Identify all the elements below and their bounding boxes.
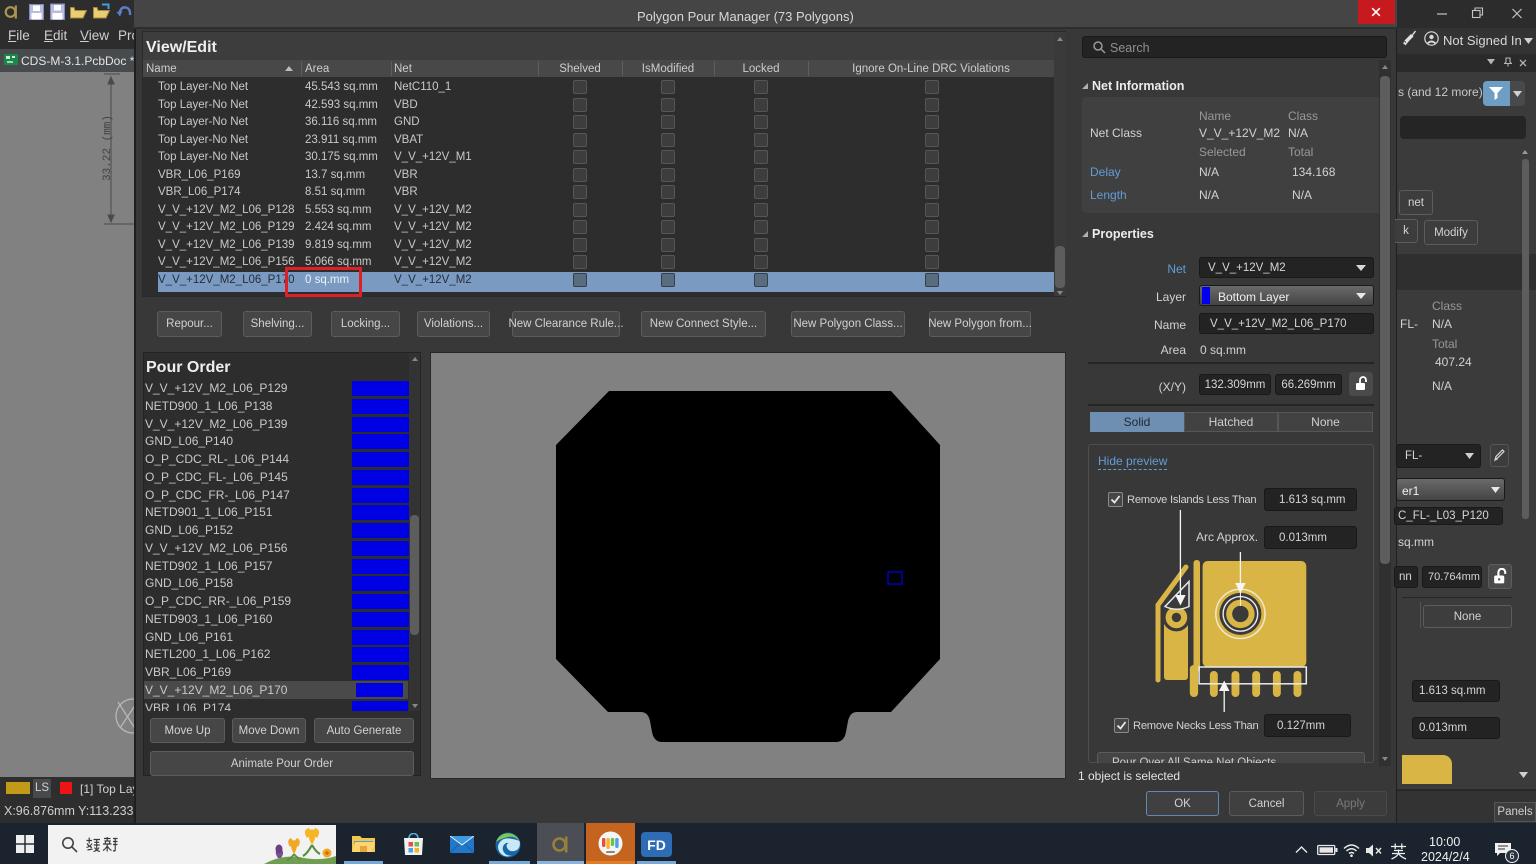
svg-text:33.22 (mm): 33.22 (mm) xyxy=(102,115,114,181)
